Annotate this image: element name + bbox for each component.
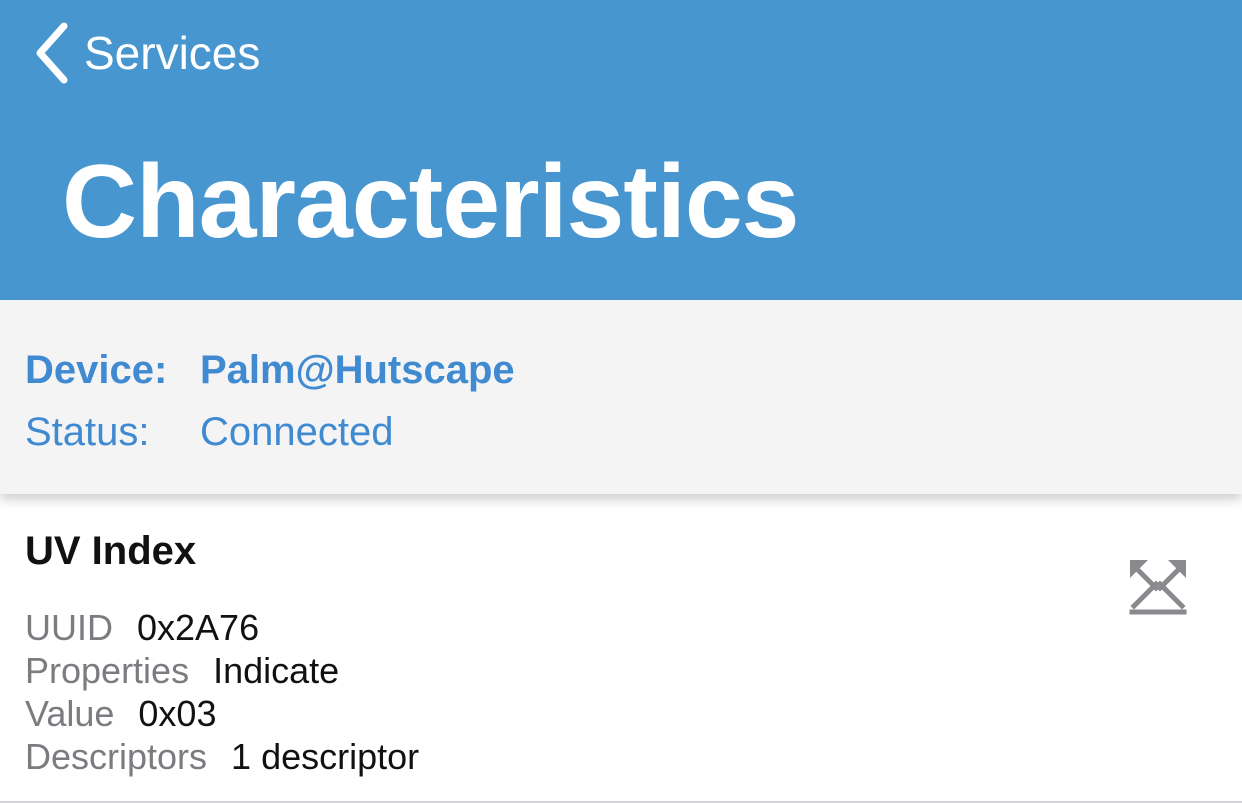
back-button[interactable]: Services xyxy=(30,18,260,88)
uuid-row: UUID 0x2A76 xyxy=(25,606,259,650)
device-name: Palm@Hutscape xyxy=(200,347,515,392)
status-label: Status: xyxy=(25,409,150,454)
uuid-label: UUID xyxy=(25,607,113,648)
device-info-panel xyxy=(0,300,1242,494)
status-row: Status: Connected xyxy=(25,407,393,457)
value-label: Value xyxy=(25,693,115,734)
page-title: Characteristics xyxy=(62,144,800,260)
navigation-header: Services Characteristics xyxy=(0,0,1242,300)
descriptors-value: 1 descriptor xyxy=(231,736,420,777)
characteristic-name: UV Index xyxy=(25,529,197,573)
value-row: Value 0x03 xyxy=(25,692,216,736)
uuid-value: 0x2A76 xyxy=(137,607,260,648)
indicate-arrows-icon[interactable] xyxy=(1126,556,1190,616)
value-value: 0x03 xyxy=(138,693,217,734)
properties-label: Properties xyxy=(25,650,190,691)
descriptors-label: Descriptors xyxy=(25,736,208,777)
device-row: Device: Palm@Hutscape xyxy=(25,345,515,395)
back-button-label: Services xyxy=(84,27,261,79)
status-value: Connected xyxy=(200,409,394,454)
descriptors-row: Descriptors 1 descriptor xyxy=(25,735,419,779)
device-label: Device: xyxy=(25,347,168,392)
properties-value: Indicate xyxy=(213,650,340,691)
chevron-left-icon xyxy=(36,22,68,84)
properties-row: Properties Indicate xyxy=(25,649,339,693)
